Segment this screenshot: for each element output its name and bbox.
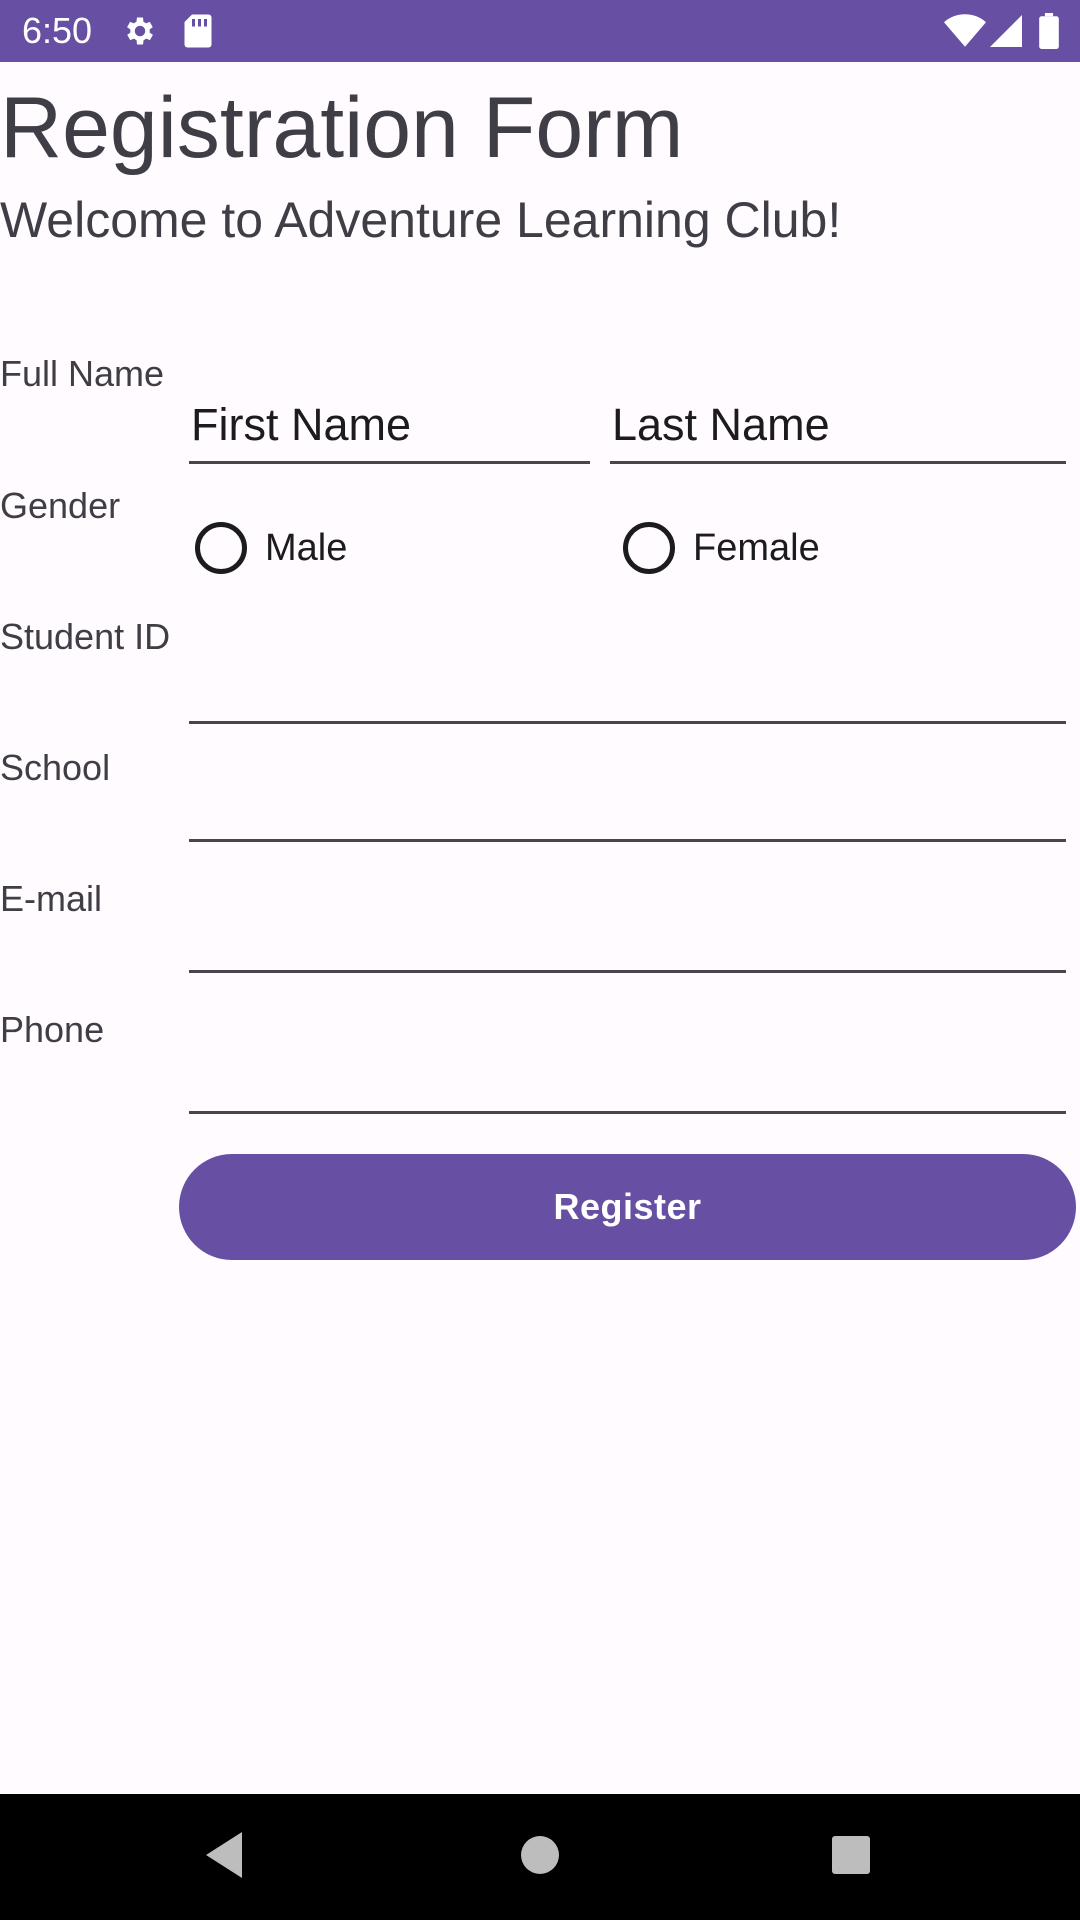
recents-icon[interactable] (830, 1830, 874, 1885)
first-name-input[interactable] (189, 394, 590, 464)
gender-radio-female[interactable]: Female (623, 520, 820, 576)
radio-label-male: Male (265, 526, 348, 569)
radio-circle-icon[interactable] (195, 522, 247, 574)
battery-icon (1038, 13, 1060, 54)
phone-label: Phone (0, 1009, 105, 1050)
radio-label-female: Female (693, 526, 820, 569)
gender-label: Gender (0, 485, 121, 526)
status-time: 6:50 (22, 10, 93, 51)
sd-card-icon (183, 13, 213, 54)
full-name-label: Full Name (0, 353, 165, 394)
home-icon[interactable] (518, 1830, 562, 1885)
phone-input[interactable] (189, 1044, 1066, 1114)
wifi-icon (944, 13, 986, 54)
school-input[interactable] (189, 772, 1066, 842)
school-label: School (0, 747, 111, 788)
email-input[interactable] (189, 903, 1066, 973)
student-id-input[interactable] (189, 654, 1066, 724)
student-id-label: Student ID (0, 616, 171, 657)
page-subtitle: Welcome to Adventure Learning Club! (0, 192, 842, 248)
email-label: E-mail (0, 878, 103, 919)
gear-icon (122, 13, 158, 54)
navigation-bar (0, 1794, 1080, 1920)
register-button[interactable]: Register (179, 1154, 1076, 1260)
status-bar: 6:50 (0, 0, 1080, 62)
radio-circle-icon[interactable] (623, 522, 675, 574)
back-icon[interactable] (202, 1830, 246, 1885)
signal-icon (990, 15, 1022, 52)
gender-radio-male[interactable]: Male (195, 520, 347, 576)
page-title: Registration Form (0, 80, 684, 176)
last-name-input[interactable] (610, 394, 1066, 464)
